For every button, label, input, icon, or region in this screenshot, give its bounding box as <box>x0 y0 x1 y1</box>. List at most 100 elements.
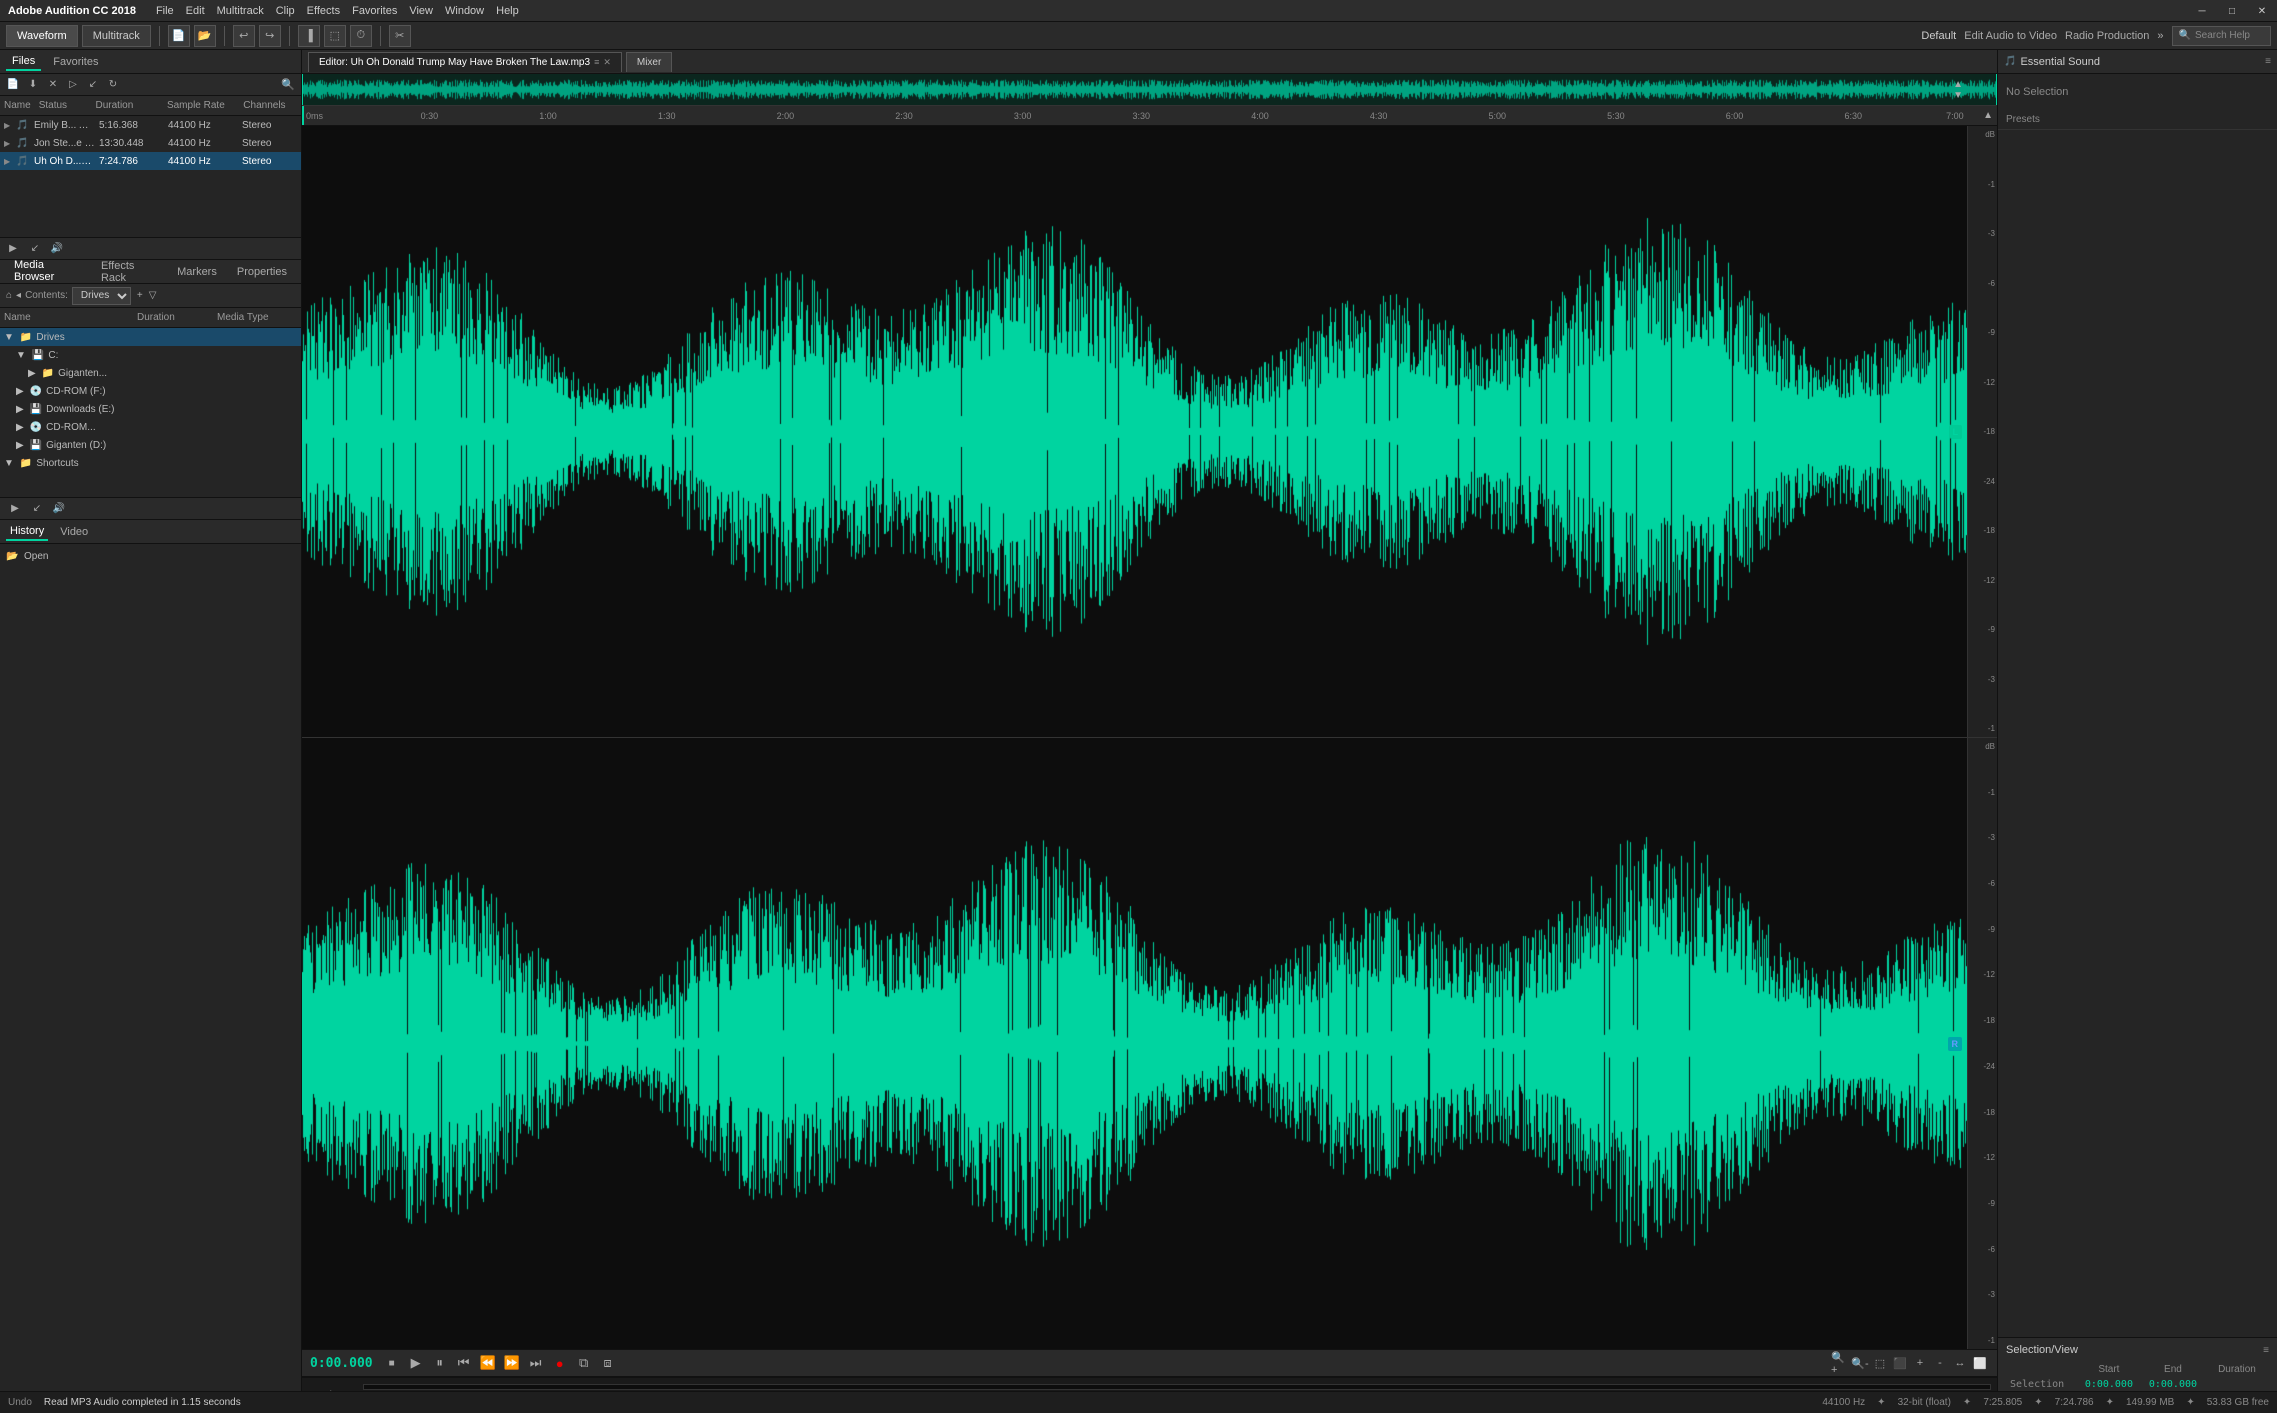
zoom-in-btn[interactable]: + <box>1911 1354 1929 1372</box>
open-file-btn[interactable]: 📂 <box>194 25 216 47</box>
new-file-btn[interactable]: 📄 <box>168 25 190 47</box>
insert-btn[interactable]: ↙ <box>84 76 102 94</box>
nav-expand-btn[interactable]: ▲ <box>1949 79 1967 90</box>
mb-item-drives[interactable]: ▼ 📁 Drives <box>0 328 301 346</box>
sv-selection-end[interactable]: 0:00.000 <box>2141 1377 2205 1392</box>
mb-filter-btn[interactable]: ▽ <box>149 290 157 301</box>
waveform-top[interactable]: 🔒 ⏱ +0 dB ⬡ dB -1 -3 -6 -9 -12 -18 <box>302 126 1997 738</box>
skip-back-btn[interactable]: ⏮ <box>453 1352 475 1374</box>
mb-speaker-btn[interactable]: 🔊 <box>50 500 68 518</box>
import-btn[interactable]: ⬇ <box>24 76 42 94</box>
mb-item-cdrom-f[interactable]: ▶ 💿 CD-ROM (F:) <box>0 382 301 400</box>
undo-label[interactable]: Undo <box>8 1397 32 1408</box>
mb-item-giganten-d[interactable]: ▶ 💾 Giganten (D:) <box>0 436 301 454</box>
waveform-bottom[interactable]: dB -1 -3 -6 -9 -12 -18 -24 -18 -12 -9 -6… <box>302 738 1997 1349</box>
undo-btn[interactable]: ↩ <box>233 25 255 47</box>
marquee-tool[interactable]: ⬚ <box>324 25 346 47</box>
favorites-tab[interactable]: Favorites <box>47 54 104 70</box>
loop-sel-btn[interactable]: ⧈ <box>597 1352 619 1374</box>
mb-drives-dropdown[interactable]: Drives <box>72 287 131 305</box>
editor-tab-mixer[interactable]: Mixer <box>626 52 672 72</box>
maximize-button[interactable]: □ <box>2217 0 2247 22</box>
mb-tab-effects[interactable]: Effects Rack <box>93 258 165 286</box>
multitrack-tab[interactable]: Multitrack <box>82 25 151 47</box>
sv-selection-start[interactable]: 0:00.000 <box>2077 1377 2141 1392</box>
mb-home-btn[interactable]: ⌂ <box>6 290 12 301</box>
zoom-out-amp-btn[interactable]: 🔍- <box>1851 1354 1869 1372</box>
menu-help[interactable]: Help <box>496 5 519 17</box>
mb-item-giganten1[interactable]: ▶ 📁 Giganten... <box>0 364 301 382</box>
record-btn[interactable]: ● <box>549 1352 571 1374</box>
mb-item-c[interactable]: ▼ 💾 C: <box>0 346 301 364</box>
sv-menu-icon[interactable]: ≡ <box>2263 1345 2269 1356</box>
fit-page-btn[interactable]: ⬜ <box>1971 1354 1989 1372</box>
editor-tab-main[interactable]: Editor: Uh Oh Donald Trump May Have Brok… <box>308 52 622 72</box>
mb-tab-markers[interactable]: Markers <box>169 264 225 280</box>
fast-forward-btn[interactable]: ⏩ <box>501 1352 523 1374</box>
waveform-container[interactable]: 🔒 ⏱ +0 dB ⬡ dB -1 -3 -6 -9 -12 -18 <box>302 126 1997 1349</box>
nav-overview[interactable]: ▲ ▼ <box>302 74 1997 106</box>
mb-item-downloads-e[interactable]: ▶ 💾 Downloads (E:) <box>0 400 301 418</box>
loop-btn[interactable]: ↻ <box>104 76 122 94</box>
loop-footer-btn[interactable]: ↙ <box>26 240 44 258</box>
redo-btn[interactable]: ↪ <box>259 25 281 47</box>
mb-back-btn[interactable]: ◂ <box>16 290 21 301</box>
waveform-tab[interactable]: Waveform <box>6 25 78 47</box>
close-button[interactable]: ✕ <box>2247 0 2277 22</box>
rewind-btn[interactable]: ⏪ <box>477 1352 499 1374</box>
zoom-sel-btn[interactable]: ⬛ <box>1891 1354 1909 1372</box>
menu-view[interactable]: View <box>409 5 433 17</box>
play-btn[interactable]: ▶ <box>405 1352 427 1374</box>
waveform-top-canvas[interactable] <box>302 126 1967 737</box>
mb-play-btn[interactable]: ▶ <box>6 500 24 518</box>
file-item-0[interactable]: ▶ 🎵 Emily B... Acting Tips.mp3 5:16.368 … <box>0 116 301 134</box>
expand-icon[interactable]: » <box>2157 30 2163 42</box>
nav-collapse-btn[interactable]: ▼ <box>1949 90 1967 101</box>
video-tab[interactable]: Video <box>56 524 92 540</box>
menu-clip[interactable]: Clip <box>276 5 295 17</box>
zoom-full-btn[interactable]: ⬚ <box>1871 1354 1889 1372</box>
waveform-bottom-canvas[interactable] <box>302 738 1967 1349</box>
razor-tool[interactable]: ✂ <box>389 25 411 47</box>
speaker-footer-btn[interactable]: 🔊 <box>48 240 66 258</box>
menu-file[interactable]: File <box>156 5 174 17</box>
close-file-btn[interactable]: ✕ <box>44 76 62 94</box>
menu-effects[interactable]: Effects <box>307 5 340 17</box>
search-placeholder[interactable]: Search Help <box>2195 30 2250 41</box>
mb-item-shortcuts[interactable]: ▼ 📁 Shortcuts <box>0 454 301 472</box>
new-audio-btn[interactable]: 📄 <box>4 76 22 94</box>
selection-tool[interactable]: ▐ <box>298 25 320 47</box>
play-footer-btn[interactable]: ▶ <box>4 240 22 258</box>
mb-add-btn[interactable]: + <box>137 290 143 301</box>
ruler-expand-btn[interactable]: ▲ <box>1983 110 1993 121</box>
menu-favorites[interactable]: Favorites <box>352 5 397 17</box>
pause-btn[interactable]: ⏸ <box>429 1352 451 1374</box>
search-files-btn[interactable]: 🔍 <box>279 76 297 94</box>
minimize-button[interactable]: ─ <box>2187 0 2217 22</box>
file-item-1[interactable]: ▶ 🎵 Jon Ste...e Show Desk.mp3 13:30.448 … <box>0 134 301 152</box>
edit-audio-label[interactable]: Edit Audio to Video <box>1964 30 2057 42</box>
stop-btn[interactable]: ■ <box>381 1352 403 1374</box>
menu-multitrack[interactable]: Multitrack <box>217 5 264 17</box>
loop-play-btn[interactable]: ⧉ <box>573 1352 595 1374</box>
radio-label[interactable]: Radio Production <box>2065 30 2149 42</box>
mb-insert-btn[interactable]: ↙ <box>28 500 46 518</box>
es-menu-icon[interactable]: ≡ <box>2265 56 2271 67</box>
file-item-2[interactable]: ▶ 🎵 Uh Oh D...m The Law.mp3 7:24.786 441… <box>0 152 301 170</box>
editor-tab-close[interactable]: ≡ <box>594 57 599 67</box>
editor-tab-x[interactable]: ✕ <box>603 57 611 68</box>
mb-item-cdrom[interactable]: ▶ 💿 CD-ROM... <box>0 418 301 436</box>
menu-window[interactable]: Window <box>445 5 484 17</box>
zoom-full-time-btn[interactable]: ↔ <box>1951 1354 1969 1372</box>
files-tab[interactable]: Files <box>6 53 41 71</box>
mb-tab-media[interactable]: Media Browser <box>6 257 89 287</box>
zoom-in-amp-btn[interactable]: 🔍+ <box>1831 1354 1849 1372</box>
mb-tab-properties[interactable]: Properties <box>229 264 295 280</box>
autoplay-btn[interactable]: ▷ <box>64 76 82 94</box>
menu-edit[interactable]: Edit <box>186 5 205 17</box>
time-selection-tool[interactable]: ⏱ <box>350 25 372 47</box>
skip-forward-btn[interactable]: ⏭ <box>525 1352 547 1374</box>
history-tab[interactable]: History <box>6 523 48 541</box>
zoom-out-btn[interactable]: - <box>1931 1354 1949 1372</box>
hist-item-open[interactable]: 📂 Open <box>2 546 299 566</box>
